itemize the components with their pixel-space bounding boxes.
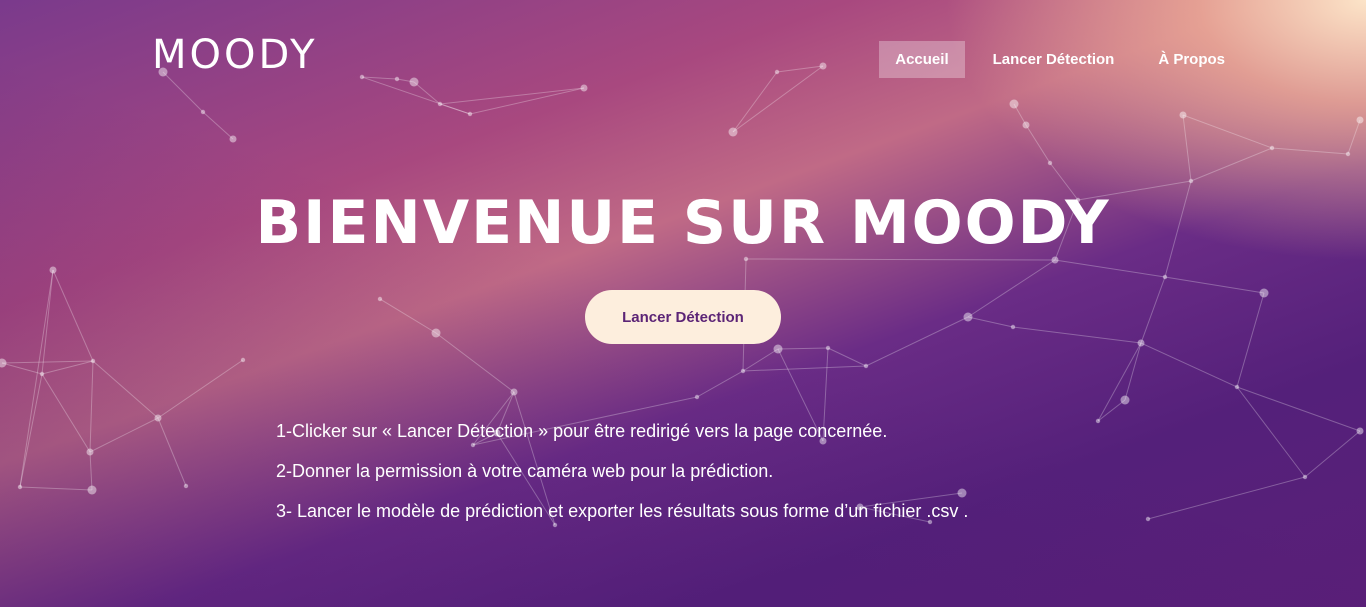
network-node bbox=[1137, 339, 1145, 347]
network-edge bbox=[967, 316, 1014, 328]
network-node bbox=[1145, 516, 1151, 522]
network-node bbox=[49, 266, 57, 274]
network-node bbox=[1095, 418, 1101, 424]
network-edge bbox=[967, 259, 1056, 318]
network-edge bbox=[435, 332, 515, 393]
instruction-step-1: 1-Clicker sur « Lancer Détection » pour … bbox=[276, 421, 888, 441]
site-header: MOODY Accueil Lancer Détection À Propos bbox=[0, 0, 1366, 120]
network-node bbox=[377, 296, 383, 302]
network-node bbox=[1010, 324, 1016, 330]
nav-a-propos[interactable]: À Propos bbox=[1142, 41, 1241, 78]
instructions-list: 1-Clicker sur « Lancer Détection » pour … bbox=[276, 418, 968, 538]
network-edge bbox=[41, 373, 91, 453]
network-node bbox=[90, 358, 96, 364]
network-node bbox=[229, 135, 237, 143]
network-node bbox=[1234, 384, 1240, 390]
network-edge bbox=[1025, 124, 1051, 164]
network-edge bbox=[157, 359, 244, 419]
network-node bbox=[773, 344, 783, 354]
network-edge bbox=[827, 347, 867, 367]
network-edge bbox=[1, 360, 94, 364]
network-edge bbox=[1164, 276, 1265, 294]
network-node bbox=[87, 485, 97, 495]
network-node bbox=[963, 312, 973, 322]
lancer-detection-button[interactable]: Lancer Détection bbox=[585, 290, 781, 344]
network-node bbox=[0, 358, 7, 368]
network-node bbox=[1356, 427, 1364, 435]
network-edge bbox=[865, 316, 969, 367]
network-node bbox=[86, 448, 94, 456]
hero-title: BIENVENUE SUR MOODY bbox=[255, 188, 1111, 258]
network-node bbox=[1188, 178, 1194, 184]
network-edge bbox=[1190, 147, 1273, 182]
network-edge bbox=[19, 486, 93, 491]
network-edge bbox=[1271, 147, 1349, 155]
main-nav: Accueil Lancer Détection À Propos bbox=[879, 41, 1241, 78]
network-edge bbox=[1097, 342, 1142, 422]
network-edge bbox=[1347, 119, 1361, 155]
instruction-step-3: 3- Lancer le modèle de prédiction et exp… bbox=[276, 501, 969, 521]
network-edge bbox=[1236, 292, 1265, 388]
network-node bbox=[1022, 121, 1030, 129]
network-node bbox=[863, 363, 869, 369]
logo-text: MOODY bbox=[152, 32, 318, 78]
network-edge bbox=[1, 362, 43, 375]
network-node bbox=[1120, 395, 1130, 405]
network-edge bbox=[696, 370, 744, 398]
network-edge bbox=[1236, 386, 1306, 478]
network-node bbox=[1047, 160, 1053, 166]
network-edge bbox=[777, 347, 829, 350]
network-node bbox=[431, 328, 441, 338]
network-edge bbox=[89, 451, 93, 491]
network-node bbox=[240, 357, 246, 363]
network-node bbox=[740, 368, 746, 374]
network-edge bbox=[1054, 259, 1166, 278]
network-node bbox=[1302, 474, 1308, 480]
network-edge bbox=[1236, 386, 1361, 432]
network-edge bbox=[742, 348, 779, 372]
network-edge bbox=[1304, 430, 1361, 478]
network-edge bbox=[1182, 114, 1192, 182]
network-node bbox=[510, 388, 518, 396]
nav-accueil[interactable]: Accueil bbox=[879, 41, 965, 78]
network-node bbox=[825, 345, 831, 351]
network-edge bbox=[41, 360, 94, 375]
network-edge bbox=[1124, 342, 1142, 401]
network-edge bbox=[92, 360, 159, 419]
network-edge bbox=[19, 373, 43, 488]
network-node bbox=[39, 371, 45, 377]
network-edge bbox=[1097, 399, 1126, 422]
network-node bbox=[1162, 274, 1168, 280]
network-node bbox=[17, 484, 23, 490]
network-node bbox=[154, 414, 162, 422]
nav-lancer-detection[interactable]: Lancer Détection bbox=[977, 41, 1131, 78]
network-edge bbox=[379, 298, 437, 334]
network-node bbox=[1345, 151, 1351, 157]
network-edge bbox=[1140, 342, 1238, 388]
network-edge bbox=[41, 269, 54, 375]
network-node bbox=[183, 483, 189, 489]
network-edge bbox=[157, 417, 187, 487]
network-node bbox=[728, 127, 738, 137]
network-node bbox=[1269, 145, 1275, 151]
network-edge bbox=[19, 269, 54, 488]
network-edge bbox=[742, 365, 867, 372]
network-edge bbox=[1140, 276, 1166, 344]
logo[interactable]: MOODY bbox=[152, 32, 318, 78]
network-edge bbox=[89, 417, 159, 453]
network-edge bbox=[52, 269, 94, 362]
network-edge bbox=[1147, 476, 1306, 520]
network-node bbox=[694, 394, 700, 400]
network-node bbox=[1259, 288, 1269, 298]
network-edge bbox=[89, 360, 94, 453]
network-edge bbox=[1012, 326, 1142, 344]
instruction-step-2: 2-Donner la permission à votre caméra we… bbox=[276, 461, 774, 481]
network-edge bbox=[745, 258, 1056, 261]
